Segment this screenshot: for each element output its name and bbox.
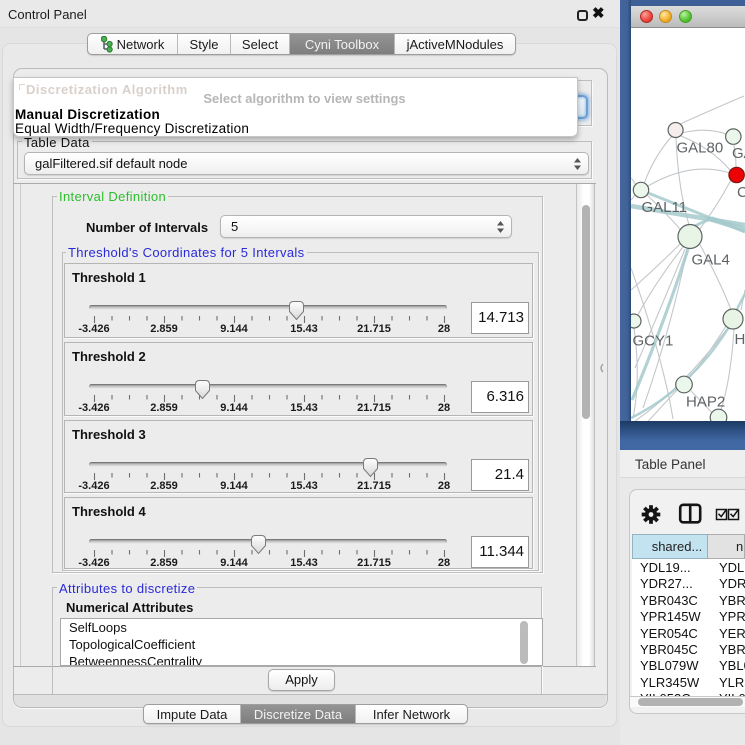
svg-text:GAL4: GAL4	[692, 252, 730, 269]
svg-text:C: C	[737, 184, 745, 201]
svg-text:GAL80: GAL80	[677, 140, 724, 157]
svg-text:GA: GA	[732, 145, 745, 162]
svg-text:GCY1: GCY1	[633, 333, 674, 350]
svg-text:GAL11: GAL11	[642, 199, 688, 216]
svg-text:HAP2: HAP2	[686, 394, 725, 411]
svg-text:H: H	[735, 331, 745, 348]
